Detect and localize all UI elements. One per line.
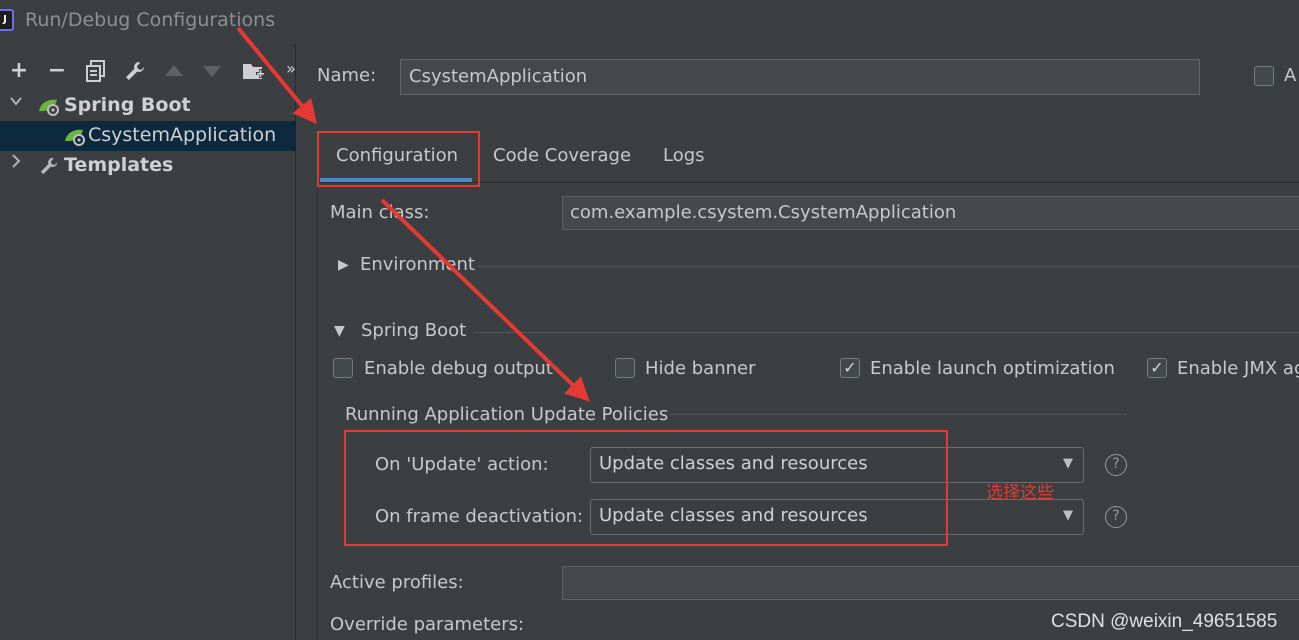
annotation-box-update-policies (344, 430, 948, 546)
allow-parallel-checkbox[interactable] (1254, 66, 1274, 86)
copy-configuration-icon[interactable] (86, 60, 106, 82)
intellij-app-icon: J (0, 9, 14, 31)
window-title: Run/Debug Configurations (25, 9, 276, 31)
environment-section-title[interactable]: Environment (360, 254, 475, 275)
spring-boot-collapse-icon[interactable]: ▼ (334, 323, 345, 339)
chevron-right-icon (9, 153, 23, 173)
enable-jmx-checkbox[interactable]: ✓ (1147, 358, 1167, 378)
hide-banner-label: Hide banner (645, 358, 756, 379)
spring-boot-section-title[interactable]: Spring Boot (361, 320, 466, 341)
dropdown-arrow-icon: ▼ (1063, 456, 1073, 471)
environment-divider (478, 266, 1299, 267)
environment-expand-icon[interactable]: ▶ (338, 257, 349, 273)
enable-debug-output-label: Enable debug output (364, 358, 553, 379)
title-bar: J Run/Debug Configurations (0, 0, 1299, 44)
wrench-icon (38, 156, 60, 175)
tab-code-coverage[interactable]: Code Coverage (493, 145, 631, 166)
dropdown-arrow-icon: ▼ (1063, 508, 1073, 523)
tab-logs[interactable]: Logs (663, 145, 705, 166)
name-input[interactable]: CsystemApplication (400, 59, 1200, 95)
allow-parallel-label: A (1284, 65, 1297, 86)
spring-boot-app-icon (63, 127, 85, 146)
add-configuration-button[interactable]: + (8, 60, 30, 82)
enable-launch-optimization-label: Enable launch optimization (870, 358, 1115, 379)
chevron-down-icon (9, 93, 23, 112)
main-class-input[interactable]: com.example.csystem.CsystemApplication (562, 196, 1299, 230)
spring-boot-divider (474, 332, 1299, 333)
main-class-label: Main class: (330, 202, 430, 223)
help-icon[interactable]: ? (1105, 506, 1127, 528)
new-folder-icon[interactable] (242, 60, 266, 82)
tree-label-csystem-application: CsystemApplication (88, 124, 277, 146)
move-up-icon[interactable] (164, 63, 184, 79)
enable-launch-optimization-checkbox[interactable]: ✓ (840, 358, 860, 378)
annotation-box-configuration-tab (317, 131, 480, 187)
update-policies-divider (670, 414, 1127, 415)
hide-banner-checkbox[interactable] (615, 358, 635, 378)
tree-label-spring-boot: Spring Boot (64, 94, 191, 116)
move-down-icon[interactable] (202, 63, 222, 79)
spring-boot-icon (37, 97, 59, 116)
more-actions-button[interactable]: » (280, 58, 302, 80)
tree-item-csystem-application[interactable]: CsystemApplication (0, 121, 296, 151)
tree-item-templates[interactable]: Templates (0, 151, 296, 181)
tree-label-templates: Templates (64, 154, 174, 176)
wrench-icon[interactable] (124, 60, 146, 82)
update-policies-title: Running Application Update Policies (345, 404, 669, 425)
tree-item-spring-boot[interactable]: Spring Boot (0, 91, 296, 121)
remove-configuration-button[interactable]: − (46, 60, 68, 82)
enable-jmx-label: Enable JMX ag (1177, 358, 1299, 379)
name-label: Name: (317, 65, 377, 86)
enable-debug-output-checkbox[interactable] (333, 358, 353, 378)
active-profiles-label: Active profiles: (330, 572, 464, 593)
active-profiles-input[interactable] (562, 566, 1299, 600)
annotation-note: 选择这些 (986, 483, 1054, 503)
override-parameters-label: Override parameters: (330, 614, 525, 635)
help-icon[interactable]: ? (1105, 454, 1127, 476)
csdn-watermark: CSDN @weixin_49651585 (1051, 611, 1278, 632)
